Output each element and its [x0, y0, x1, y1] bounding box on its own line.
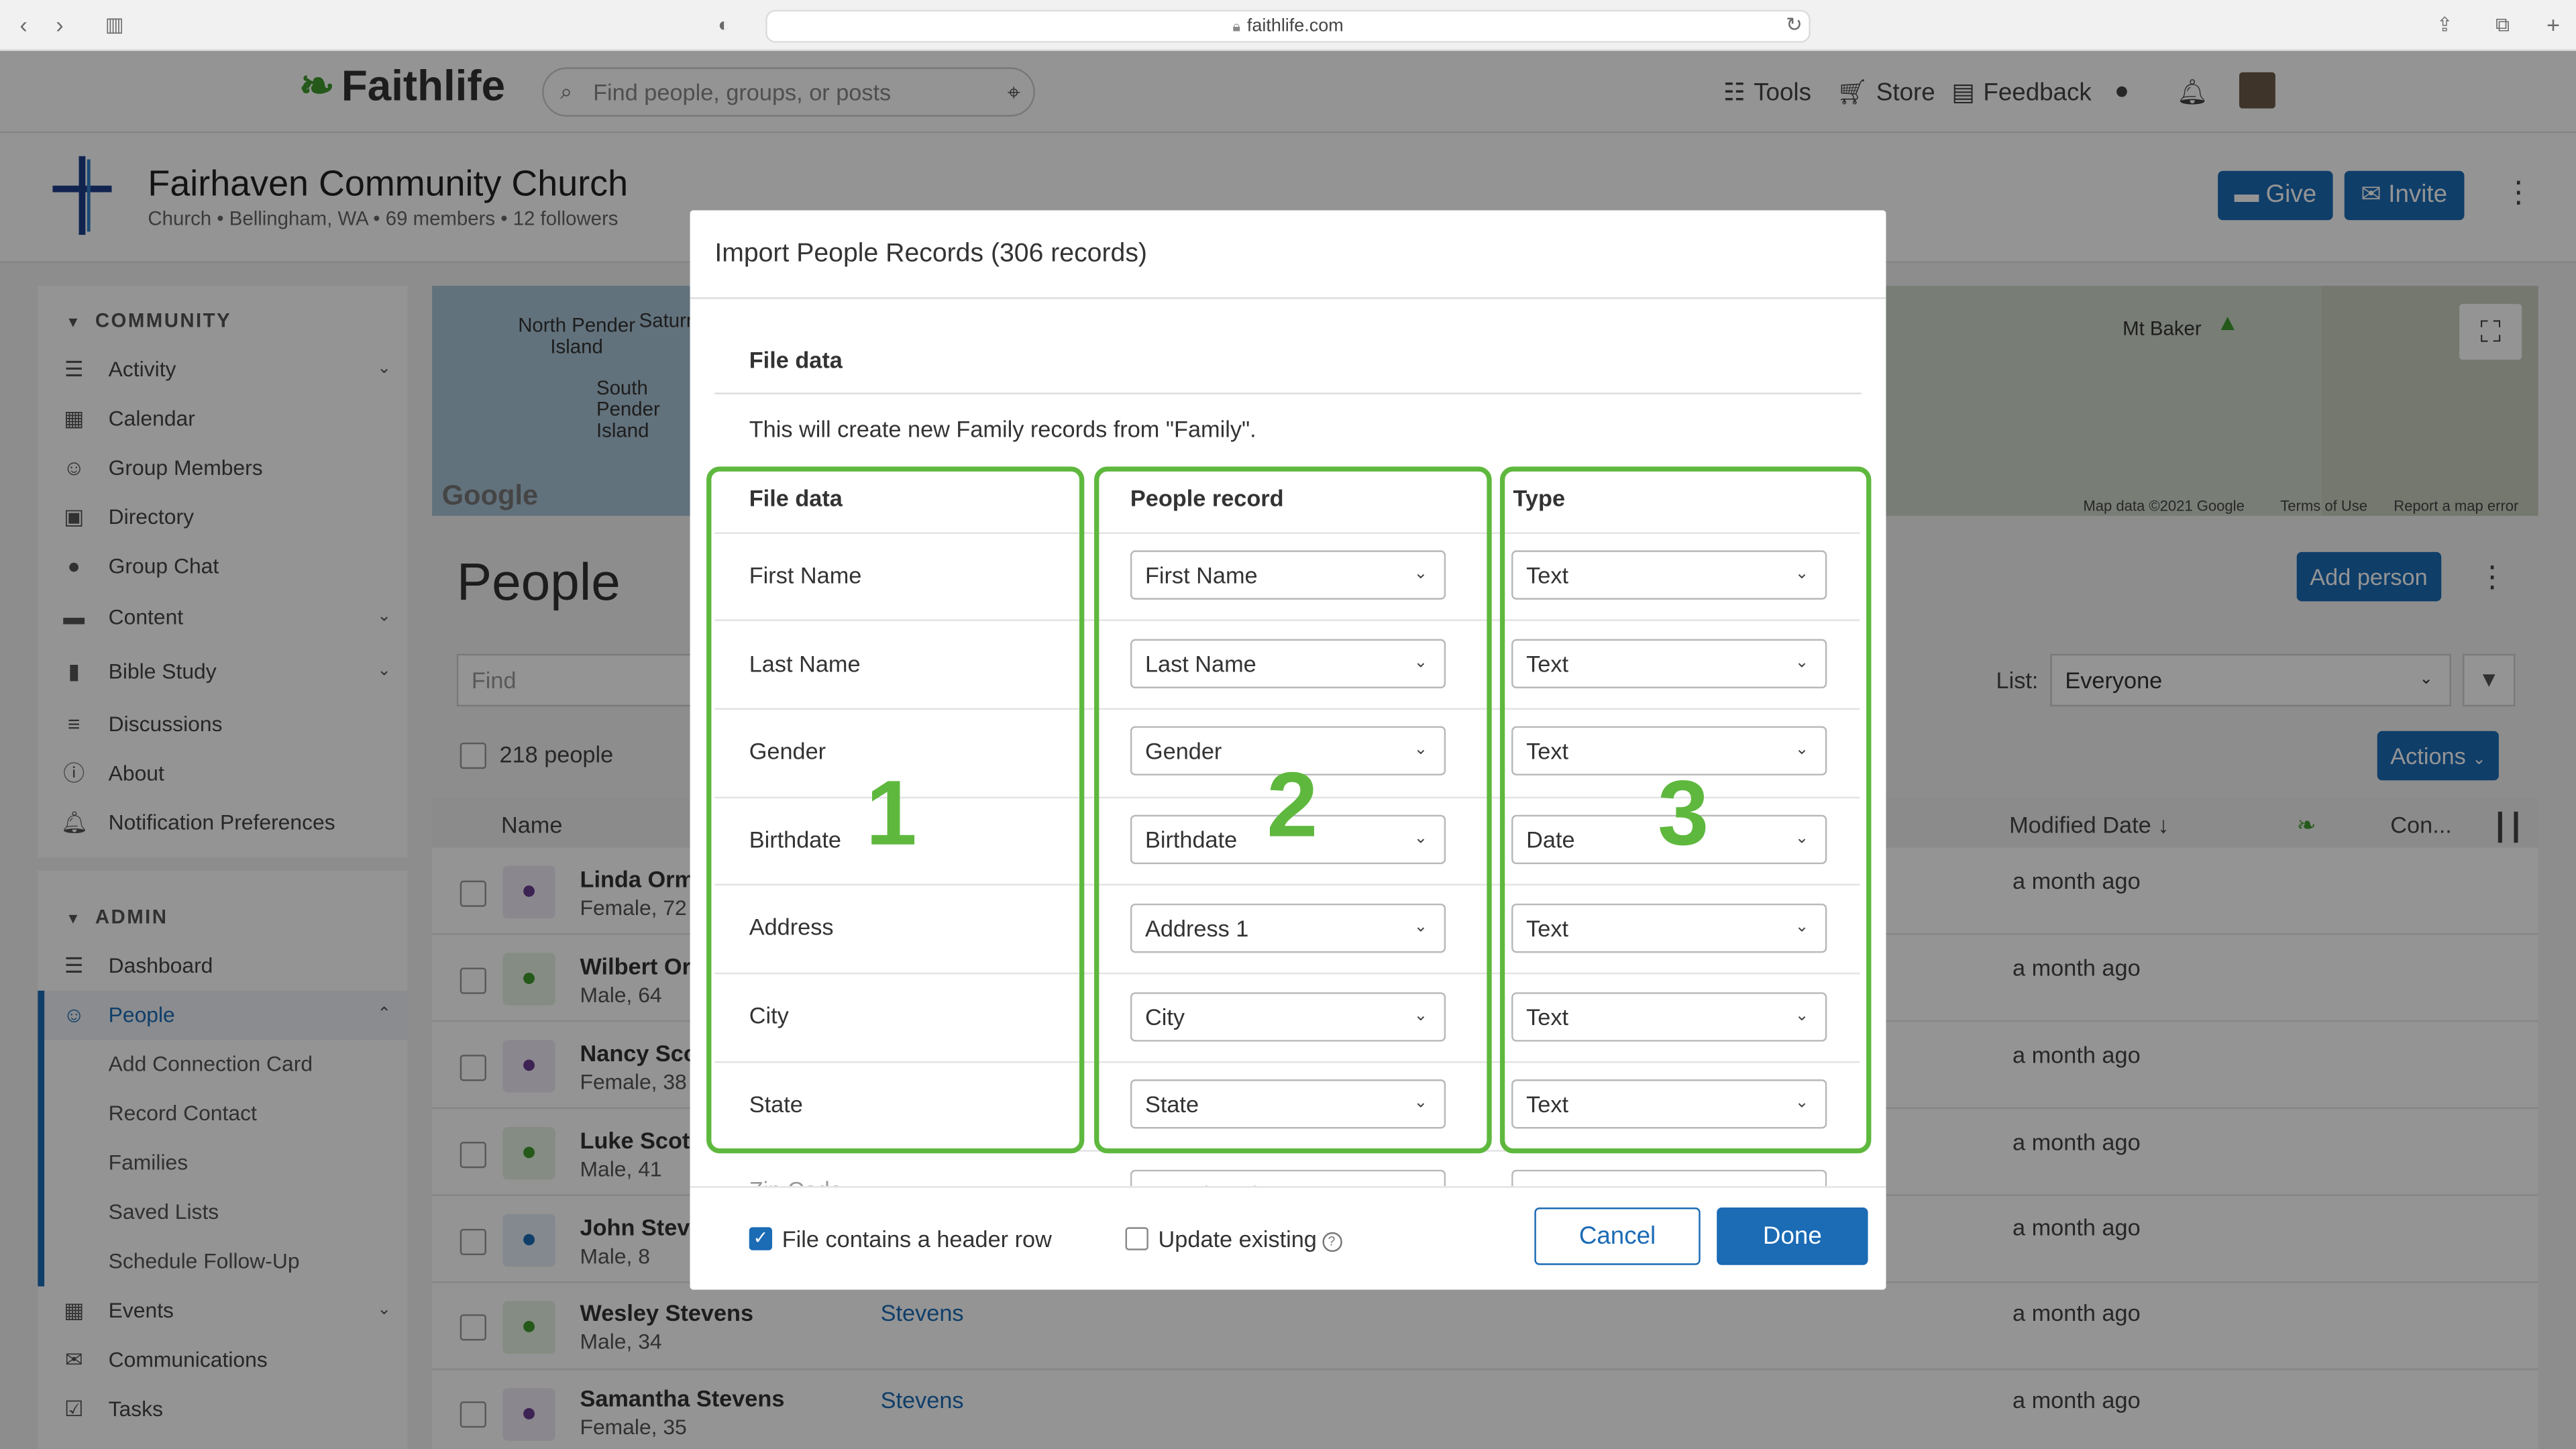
privacy-shield-icon[interactable]: ◐: [718, 11, 730, 38]
section-title: File data: [749, 346, 843, 373]
help-icon[interactable]: ?: [1322, 1232, 1342, 1252]
sidebar-toggle-icon[interactable]: ▥: [105, 11, 124, 38]
reload-icon[interactable]: ↻: [1786, 11, 1803, 38]
update-existing-label[interactable]: Update existing?: [1159, 1226, 1342, 1252]
annotation-number-2: 2: [1267, 752, 1318, 856]
browser-chrome: ‹ › ▥ ◐ 🔒︎ faithlife.com ↻ ⇪ ⧉ +: [0, 0, 2576, 51]
done-button[interactable]: Done: [1717, 1208, 1868, 1265]
forward-icon[interactable]: ›: [56, 11, 63, 38]
cancel-button[interactable]: Cancel: [1534, 1208, 1701, 1265]
divider: [690, 297, 1886, 299]
annotation-number-3: 3: [1658, 760, 1709, 865]
tabs-icon[interactable]: ⧉: [2496, 11, 2510, 38]
url-text: faithlife.com: [1246, 16, 1344, 36]
update-existing-checkbox[interactable]: [1125, 1227, 1148, 1250]
new-tab-icon[interactable]: +: [2546, 11, 2560, 38]
back-icon[interactable]: ‹: [19, 11, 27, 38]
share-icon[interactable]: ⇪: [2436, 11, 2453, 38]
address-bar[interactable]: 🔒︎ faithlife.com: [765, 9, 1811, 43]
update-existing-text: Update existing: [1158, 1225, 1317, 1252]
divider: [714, 392, 1862, 394]
header-row-label[interactable]: File contains a header row: [782, 1226, 1052, 1252]
annotation-number-1: 1: [865, 760, 917, 865]
modal-description: This will create new Family records from…: [749, 415, 1256, 442]
lock-icon: 🔒︎: [1232, 17, 1241, 35]
screen: ‹ › ▥ ◐ 🔒︎ faithlife.com ↻ ⇪ ⧉ + ❧ Faithli…: [0, 0, 2576, 1449]
header-row-checkbox[interactable]: ✓: [749, 1227, 773, 1250]
modal-title: Import People Records (306 records): [714, 239, 1147, 268]
